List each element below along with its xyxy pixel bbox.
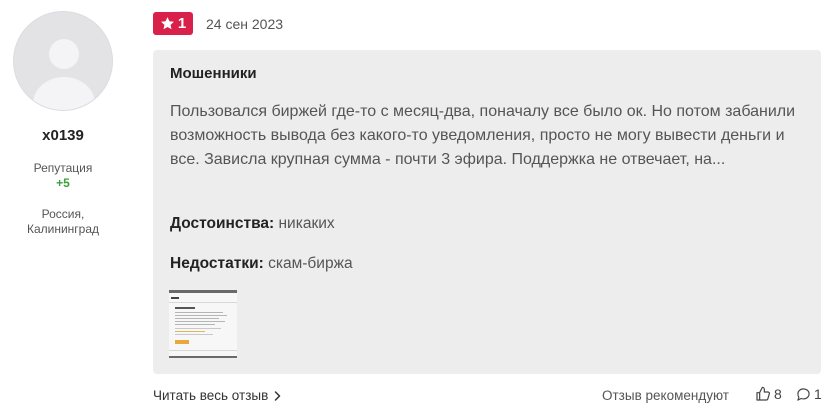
review-date: 24 сен 2023 — [206, 16, 284, 32]
author-location: Россия, Калининград — [0, 207, 126, 237]
read-full-review-link[interactable]: Читать весь отзыв — [153, 388, 281, 403]
reputation-label: Репутация — [33, 161, 93, 175]
read-more-label: Читать весь отзыв — [153, 388, 269, 403]
location-country: Россия, — [41, 207, 85, 221]
rating-badge: 1 — [153, 12, 193, 35]
pros-value: никаких — [278, 215, 335, 232]
reputation-value: +5 — [56, 176, 70, 190]
comments-count: 1 — [814, 386, 822, 402]
review-card: Мошенники Пользовался биржей где-то с ме… — [153, 50, 821, 374]
likes-count: 8 — [774, 386, 782, 402]
review-title[interactable]: Мошенники — [170, 65, 257, 82]
avatar[interactable] — [13, 11, 113, 111]
cons-label: Недостатки: — [170, 255, 264, 272]
thumbs-up-icon — [756, 386, 770, 401]
screenshot-preview — [169, 293, 237, 356]
author-username[interactable]: x0139 — [0, 127, 126, 144]
pros-label: Достоинства: — [170, 215, 275, 232]
user-silhouette-icon — [14, 12, 112, 110]
rating-value: 1 — [177, 15, 187, 32]
review-cons: Недостатки: скам-биржа — [170, 255, 353, 273]
review-attachment-thumbnail[interactable] — [169, 290, 237, 358]
chevron-right-icon — [275, 390, 281, 401]
like-button[interactable]: 8 — [755, 386, 782, 402]
location-city: Калининград — [26, 222, 100, 236]
recommend-label: Отзыв рекомендуют — [602, 388, 729, 403]
comment-icon — [797, 387, 810, 401]
review-text: Пользовался биржей где-то с месяц-два, п… — [170, 103, 796, 168]
review-pros: Достоинства: никаких — [170, 215, 335, 233]
star-icon — [160, 17, 174, 30]
cons-value: скам-биржа — [268, 255, 353, 272]
comments-button[interactable]: 1 — [796, 386, 822, 402]
